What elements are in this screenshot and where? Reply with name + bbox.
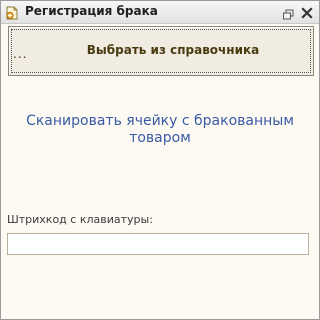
barcode-input[interactable] [7,233,309,255]
registration-window: Регистрация брака ... Выбрать из справоч… [0,0,320,320]
document-plus-icon [5,5,19,20]
window-title: Регистрация брака [25,4,158,18]
title-bar: Регистрация брака [1,1,319,24]
select-from-catalog-button[interactable]: ... Выбрать из справочника [8,26,314,76]
ellipsis-indicator: ... [13,47,28,61]
restore-window-icon[interactable] [282,6,295,20]
scan-cell-instruction: Сканировать ячейку с бракованным товаром [26,113,294,146]
select-from-catalog-label: Выбрать из справочника [86,43,260,57]
close-icon[interactable] [300,5,314,19]
barcode-caption: Штрихкод с клавиатуры: [7,213,153,226]
